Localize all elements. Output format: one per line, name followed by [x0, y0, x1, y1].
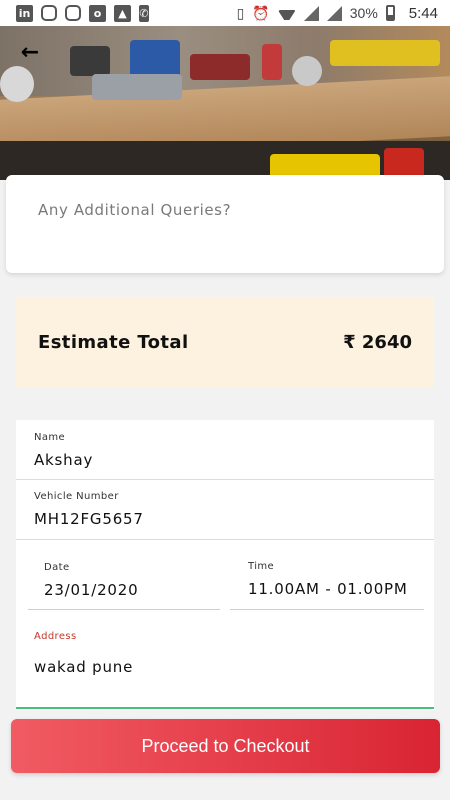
proceed-to-checkout-button[interactable]: Proceed to Checkout [11, 719, 440, 773]
alarm-icon: ⏰ [252, 4, 270, 21]
workshop-banner-image [0, 26, 450, 180]
system-icons: ▯ ⏰ 30% 5:44 [237, 5, 438, 22]
linkedin-icon: in [16, 4, 33, 22]
vibrate-icon: ▯ [236, 4, 245, 21]
vehicle-number-field[interactable]: Vehicle Number MH12FG5657 [16, 480, 434, 540]
time-label: Time [248, 561, 275, 572]
additional-queries-card[interactable]: Any Additional Queries? [6, 175, 444, 273]
estimate-total-amount: ₹ 2640 [343, 332, 412, 353]
address-label: Address [34, 631, 77, 642]
status-bar: in o ▲ ✆ ▯ ⏰ 30% 5:44 [0, 0, 450, 26]
wifi-icon [278, 6, 296, 20]
date-field[interactable]: Date 23/01/2020 [28, 552, 220, 610]
notification-icons: in o ▲ ✆ [16, 4, 149, 22]
date-value[interactable]: 23/01/2020 [44, 581, 138, 599]
name-value[interactable]: Akshay [34, 451, 93, 469]
estimate-total-label: Estimate Total [38, 332, 189, 353]
outlook-icon: o [89, 4, 106, 22]
address-field[interactable]: Address wakad pune [16, 620, 434, 707]
battery-percent: 30% [349, 5, 378, 21]
additional-queries-input[interactable]: Any Additional Queries? [38, 201, 231, 219]
clock: 5:44 [408, 4, 438, 22]
vehicle-number-value[interactable]: MH12FG5657 [34, 510, 144, 528]
estimate-total-panel: Estimate Total ₹ 2640 [16, 297, 434, 388]
time-field[interactable]: Time 11.00AM - 01.00PM [230, 552, 424, 610]
arrow-left-icon: ← [20, 39, 40, 65]
signal-icon [303, 5, 319, 21]
address-focus-underline [16, 707, 434, 709]
time-value[interactable]: 11.00AM - 01.00PM [248, 580, 408, 598]
name-label: Name [34, 432, 66, 443]
address-value[interactable]: wakad pune [34, 658, 133, 676]
instagram-icon [65, 5, 81, 21]
instagram-icon [41, 5, 57, 21]
gallery-icon: ▲ [114, 4, 131, 22]
booking-details-form: Name Akshay Vehicle Number MH12FG5657 Da… [16, 420, 434, 710]
vehicle-number-label: Vehicle Number [34, 491, 119, 502]
battery-icon [385, 5, 395, 21]
signal-icon [326, 5, 342, 21]
phone-icon: ✆ [139, 4, 149, 22]
date-label: Date [44, 562, 70, 573]
back-button[interactable]: ← [16, 39, 44, 65]
name-field[interactable]: Name Akshay [16, 420, 434, 480]
